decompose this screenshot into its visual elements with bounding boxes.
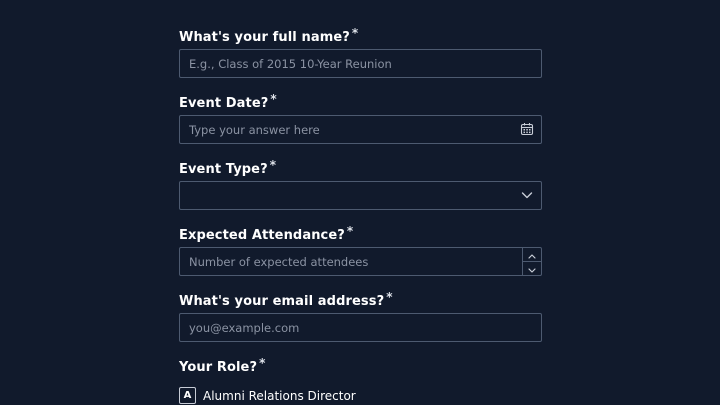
event-date-input-box[interactable]: [179, 115, 542, 144]
email-field-group: What's your email address? *: [179, 290, 542, 342]
required-mark: *: [346, 224, 354, 238]
event-date-label: Event Date? *: [179, 92, 277, 111]
name-input[interactable]: [189, 50, 509, 77]
required-mark: *: [386, 290, 393, 304]
role-field-group: Your Role? *: [179, 356, 542, 375]
attendance-field-group: Expected Attendance? *: [179, 224, 542, 276]
attendance-label: Expected Attendance? *: [179, 224, 354, 243]
calendar-icon[interactable]: [520, 122, 534, 136]
attendance-input[interactable]: [189, 248, 509, 275]
chevron-down-icon[interactable]: [520, 188, 534, 202]
choice-label: Alumni Relations Director: [203, 388, 356, 403]
attendance-stepper[interactable]: [522, 248, 541, 275]
required-mark: *: [351, 26, 359, 40]
event-date-input[interactable]: [189, 116, 509, 143]
attendance-input-box[interactable]: [179, 247, 542, 276]
stepper-decrement-button[interactable]: [523, 262, 541, 275]
email-input[interactable]: [189, 314, 509, 341]
chevron-down-icon: [528, 268, 536, 273]
event-date-field-group: Event Date? *: [179, 92, 542, 144]
choice-key-badge: A: [179, 387, 196, 404]
event-type-label: Event Type? *: [179, 158, 277, 177]
email-input-box[interactable]: [179, 313, 542, 342]
role-label: Your Role? *: [179, 356, 266, 375]
name-label: What's your full name? *: [179, 26, 359, 45]
name-input-box[interactable]: [179, 49, 542, 78]
email-label: What's your email address? *: [179, 290, 393, 309]
required-mark: *: [259, 356, 266, 370]
event-type-field-group: Event Type? *: [179, 158, 542, 210]
required-mark: *: [269, 158, 277, 172]
required-mark: *: [270, 92, 277, 106]
name-field-group: What's your full name? *: [179, 26, 542, 78]
stepper-increment-button[interactable]: [523, 248, 541, 262]
role-choice-a[interactable]: A Alumni Relations Director: [179, 386, 356, 405]
event-type-select[interactable]: [179, 181, 542, 210]
